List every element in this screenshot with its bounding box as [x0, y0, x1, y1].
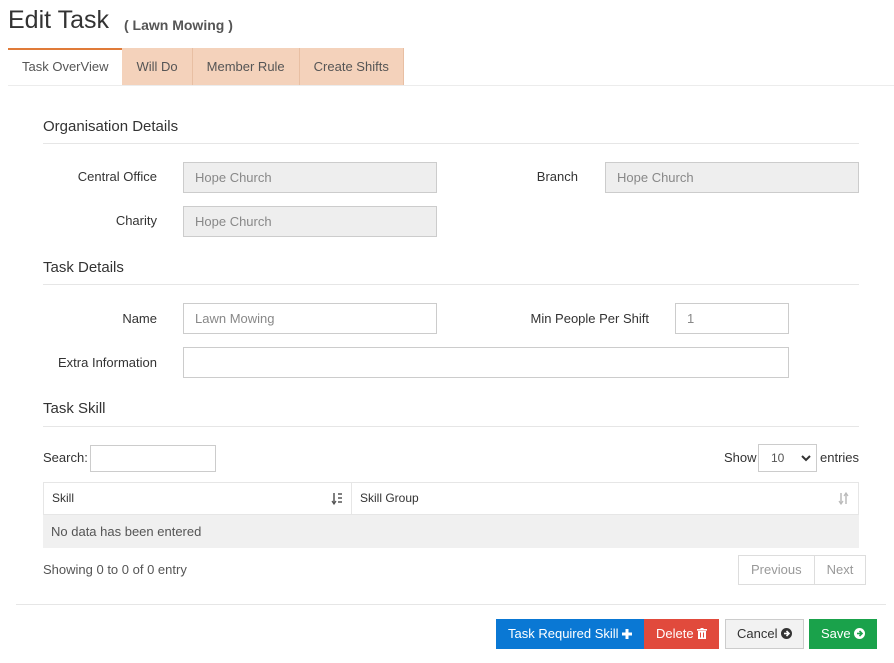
tab-create-shifts[interactable]: Create Shifts	[299, 48, 404, 85]
extra-information-input[interactable]	[183, 347, 789, 378]
show-label: Show	[724, 450, 757, 465]
tab-will-do[interactable]: Will Do	[122, 48, 193, 85]
section-divider	[43, 284, 859, 285]
name-label: Name	[122, 311, 157, 326]
cancel-label: Cancel	[737, 626, 778, 641]
save-label: Save	[821, 626, 851, 641]
central-office-field[interactable]: Hope Church	[183, 162, 437, 193]
tab-bar: Task OverView Will Do Member Rule Create…	[8, 48, 404, 85]
cancel-button[interactable]: Cancel	[725, 619, 805, 649]
entries-label: entries	[820, 450, 860, 465]
arrow-circle-right-icon	[854, 626, 866, 641]
pagination: Previous Next	[738, 555, 867, 585]
task-required-skill-label: Task Required Skill	[508, 626, 619, 641]
entries-select[interactable]: 10	[758, 444, 817, 472]
name-input[interactable]: Lawn Mowing	[183, 303, 437, 334]
table-header: Skill Skill Group	[43, 482, 859, 515]
trash-icon	[697, 626, 708, 641]
column-header-skill[interactable]: Skill	[43, 483, 351, 514]
arrow-circle-right-icon	[781, 626, 793, 641]
charity-field[interactable]: Hope Church	[183, 206, 437, 237]
tab-member-rule[interactable]: Member Rule	[192, 48, 300, 85]
branch-label: Branch	[536, 169, 578, 184]
charity-label: Charity	[115, 213, 157, 228]
sort-icon	[838, 483, 850, 527]
chevron-down-icon	[800, 445, 812, 481]
entries-select-value: 10	[771, 451, 785, 465]
search-label: Search:	[43, 450, 88, 465]
page-title: Edit Task	[8, 6, 109, 34]
empty-table-message: No data has been entered	[43, 515, 859, 548]
tab-divider	[8, 85, 894, 86]
branch-field[interactable]: Hope Church	[605, 162, 859, 193]
task-required-skill-button[interactable]: Task Required Skill	[496, 619, 645, 649]
page-subtitle: ( Lawn Mowing )	[124, 17, 233, 33]
section-divider	[43, 143, 859, 144]
tab-task-overview[interactable]: Task OverView	[8, 48, 123, 85]
skill-table: Skill Skill Group No data has been enter…	[43, 482, 859, 548]
plus-icon	[622, 626, 633, 641]
central-office-label: Central Office	[77, 169, 157, 184]
column-header-label: Skill Group	[360, 491, 419, 505]
section-divider	[43, 426, 859, 427]
save-button[interactable]: Save	[809, 619, 878, 649]
sort-ascending-icon	[331, 483, 343, 527]
search-input[interactable]	[90, 445, 216, 472]
next-page-button[interactable]: Next	[813, 556, 866, 584]
column-header-label: Skill	[52, 491, 75, 505]
extra-information-label: Extra Information	[58, 355, 157, 370]
footer-divider	[16, 604, 886, 605]
table-info: Showing 0 to 0 of 0 entry	[43, 562, 187, 577]
task-skill-section-title: Task Skill	[43, 400, 106, 417]
min-people-label: Min People Per Shift	[530, 311, 649, 326]
min-people-input[interactable]: 1	[675, 303, 789, 334]
delete-label: Delete	[656, 626, 694, 641]
task-details-section-title: Task Details	[43, 259, 124, 276]
column-header-skill-group[interactable]: Skill Group	[351, 483, 859, 514]
delete-button[interactable]: Delete	[644, 619, 720, 649]
previous-page-button[interactable]: Previous	[739, 556, 814, 584]
organisation-section-title: Organisation Details	[43, 118, 179, 135]
